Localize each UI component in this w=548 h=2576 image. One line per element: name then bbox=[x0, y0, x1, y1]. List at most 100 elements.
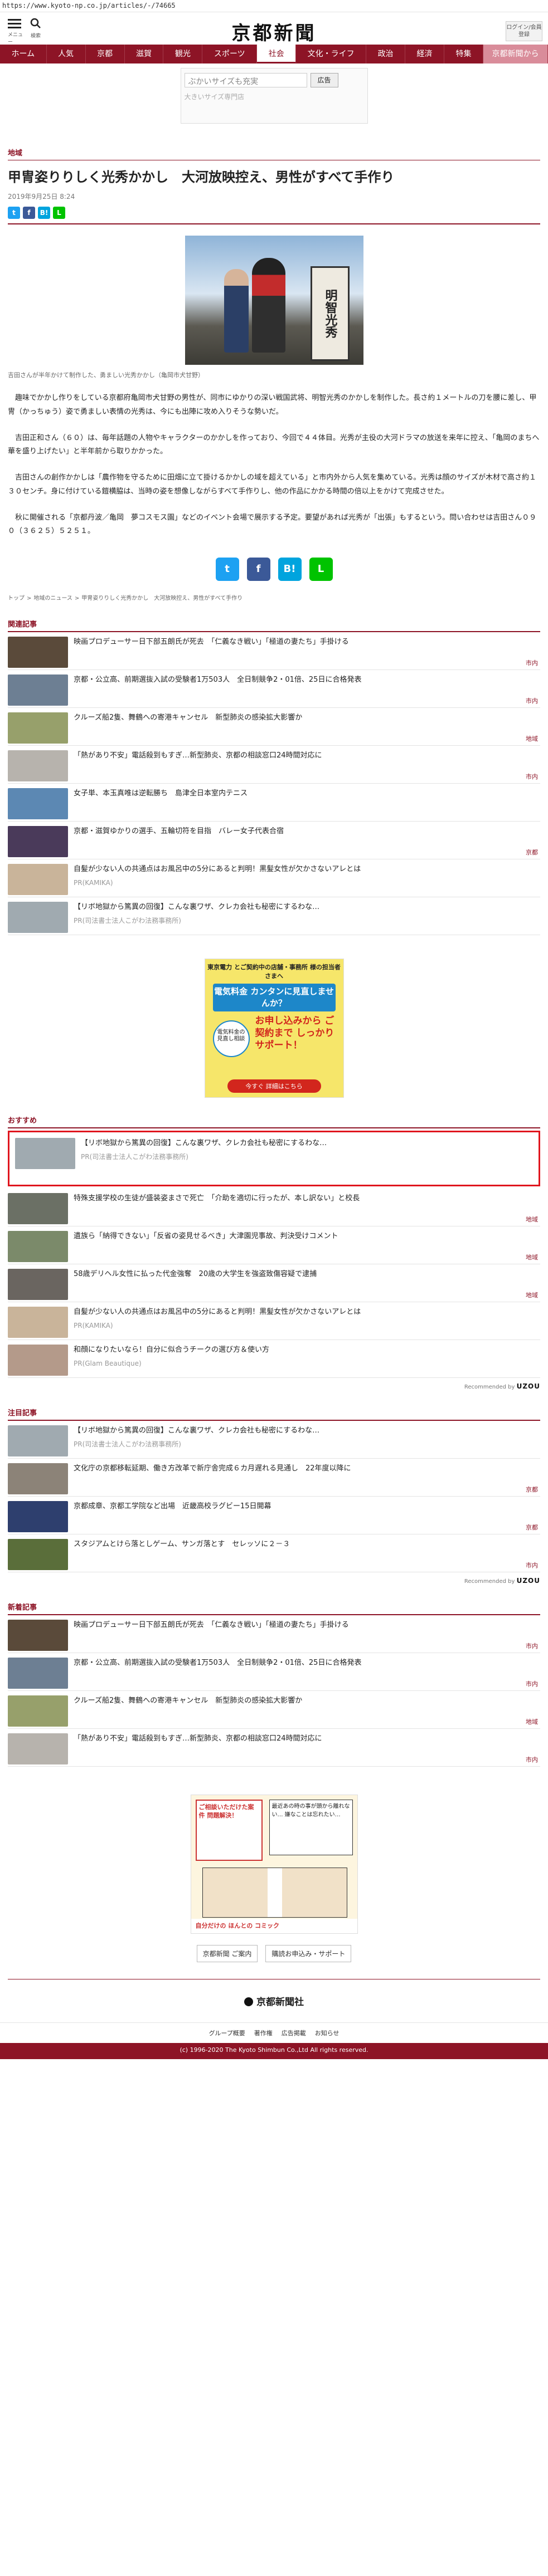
breadcrumb: トップ > 地域のニュース > 甲冑姿りりしく光秀かかし 大河放映控え、男性がすべて手作… bbox=[8, 593, 540, 602]
item-tag[interactable]: 地域 bbox=[526, 1253, 538, 1262]
item-pr: PR(KAMIKA) bbox=[74, 1322, 113, 1330]
list-item[interactable]: 映画プロデューサー日下部五朗氏が死去 「仁義なき戦い」「極道の妻たち」手掛ける市… bbox=[8, 1615, 540, 1653]
nav-item[interactable]: 人気 bbox=[47, 45, 86, 63]
uzou-logo[interactable]: UZOU bbox=[517, 1577, 540, 1585]
article-photo[interactable]: 明智光秀 bbox=[0, 236, 548, 365]
list-item[interactable]: 女子単、本玉真唯は逆転勝ち 島津全日本室内テニス bbox=[8, 784, 540, 822]
article-date: 2019年9月25日 8:24 bbox=[8, 193, 75, 201]
ad-comic-image bbox=[202, 1867, 347, 1918]
login-button[interactable]: ログイン/会員登録 bbox=[506, 21, 542, 41]
item-tag[interactable]: 京都 bbox=[526, 1485, 538, 1494]
item-tag[interactable]: 市内 bbox=[526, 1641, 538, 1650]
item-tag[interactable]: 市内 bbox=[526, 1561, 538, 1570]
list-item[interactable]: 「熱があり不安」電話殺到もすぎ…新型肺炎、京都の相談窓口24時間対応に 市内 bbox=[8, 1729, 540, 1767]
top-ad[interactable]: ぶかいサイズも充実 広告 大きいサイズ専門店 bbox=[0, 68, 548, 124]
item-title: クルーズ船2隻、舞鶴への寄港キャンセル 新型肺炎の感染拡大影響か bbox=[74, 713, 303, 722]
item-thumbnail bbox=[8, 1463, 68, 1494]
line-icon[interactable]: L bbox=[53, 207, 65, 219]
list-item[interactable]: 京都成章、京都工学院など出場 近畿高校ラグビー15日開幕京都 bbox=[8, 1497, 540, 1534]
list-item[interactable]: 京都・公立高、前期選抜入試の受験者1万503人 全日制競争2・01倍、25日に合… bbox=[8, 1653, 540, 1691]
item-tag[interactable]: 市内 bbox=[526, 658, 538, 667]
line-share-button[interactable]: L bbox=[309, 557, 333, 581]
footer-link[interactable]: お知らせ bbox=[315, 2030, 340, 2037]
item-text: 映画プロデューサー日下部五朗氏が死去 「仁義なき戦い」「極道の妻たち」手掛ける bbox=[68, 637, 540, 665]
list-item[interactable]: スタジアムとけら落としゲーム、サンガ落とす セレッソに２－３ 市内 bbox=[8, 1534, 540, 1572]
list-item[interactable]: クルーズ船2隻、舞鶴への寄港キャンセル 新型肺炎の感染拡大影響か 地域 bbox=[8, 1691, 540, 1729]
footer-button[interactable]: 購読お申込み・サポート bbox=[265, 1944, 352, 1962]
company-brand[interactable]: 京都新聞社 bbox=[0, 1994, 548, 2008]
list-item[interactable]: 文化庁の京都移転延期、働き方改革で新庁舎完成６カ月遅れる見通し 22年度以降に京… bbox=[8, 1459, 540, 1497]
footer-link[interactable]: 著作権 bbox=[254, 2030, 273, 2037]
breadcrumb-link[interactable]: 甲冑姿りりしく光秀かかし 大河放映控え、男性がすべて手作り bbox=[81, 595, 243, 602]
nav-item[interactable]: 京都新聞から bbox=[483, 45, 548, 63]
item-text: 映画プロデューサー日下部五朗氏が死去 「仁義なき戦い」「極道の妻たち」手掛ける bbox=[68, 1620, 540, 1648]
item-tag[interactable]: 市内 bbox=[526, 1679, 538, 1688]
facebook-share-button[interactable]: f bbox=[246, 557, 270, 581]
item-tag[interactable]: 市内 bbox=[526, 1755, 538, 1764]
item-tag[interactable]: 地域 bbox=[526, 1215, 538, 1224]
item-title: 58歳デリヘル女性に払った代金強奪 20歳の大学生を強盗致傷容疑で逮捕 bbox=[74, 1269, 317, 1278]
nav-item[interactable]: スポーツ bbox=[202, 45, 258, 63]
list-item[interactable]: 自髪が少ない人の共通点はお風呂中の5分にあると判明！黒髪女性が欠かさないアレとは… bbox=[8, 1302, 540, 1340]
bottom-ad[interactable]: ご相談いただけた案件 問題解決！ 最近あの時の事が頭から離れない… 嫌なことは忘… bbox=[0, 1794, 548, 1934]
footer-link[interactable]: 広告掲載 bbox=[282, 2030, 306, 2037]
item-tag[interactable]: 京都 bbox=[526, 848, 538, 857]
list-item[interactable]: 58歳デリヘル女性に払った代金強奪 20歳の大学生を強盗致傷容疑で逮捕地域 bbox=[8, 1264, 540, 1302]
item-title: 京都成章、京都工学院など出場 近畿高校ラグビー15日開幕 bbox=[74, 1502, 271, 1511]
nav-item[interactable]: 経済 bbox=[405, 45, 445, 63]
twitter-share-button[interactable]: t bbox=[215, 557, 239, 581]
twitter-icon[interactable]: t bbox=[8, 207, 20, 219]
list-item[interactable]: 特殊支援学校の生徒が盛装姿まさで死亡 「介助を適切に行ったが、本し訳ない」と校長… bbox=[8, 1189, 540, 1226]
highlighted-recommend-item[interactable]: 【リボ地獄から篤異の回復】こんな裏ワザ、クレカ会社も秘密にするわな… PR(司法… bbox=[8, 1130, 540, 1186]
list-item[interactable]: 【リボ地獄から篤異の回復】こんな裏ワザ、クレカ会社も秘密にするわな… PR(司法書… bbox=[8, 897, 540, 935]
nav-item[interactable]: 特集 bbox=[444, 45, 483, 63]
list-item[interactable]: 京都・滋賀ゆかりの選手、五輪切符を目指 バレー女子代表合宿京都 bbox=[8, 822, 540, 859]
item-thumbnail bbox=[8, 1619, 68, 1651]
list-item[interactable]: 【リボ地獄から篤異の回復】こんな裏ワザ、クレカ会社も秘密にするわな… PR(司法書… bbox=[8, 1421, 540, 1459]
list-item[interactable]: クルーズ船2隻、舞鶴への寄港キャンセル 新型肺炎の感染拡大影響か地域 bbox=[8, 708, 540, 746]
list-item[interactable]: 映画プロデューサー日下部五朗氏が死去 「仁義なき戦い」「極道の妻たち」手掛ける市… bbox=[8, 632, 540, 670]
item-tag[interactable]: 市内 bbox=[526, 772, 538, 781]
nav-item[interactable]: 政治 bbox=[366, 45, 406, 63]
item-tag[interactable]: 京都 bbox=[526, 1523, 538, 1532]
article-title: 甲冑姿りりしく光秀かかし 大河放映控え、男性がすべて手作り bbox=[8, 169, 395, 185]
hatena-icon[interactable]: B! bbox=[38, 207, 50, 219]
article-category[interactable]: 地域 bbox=[8, 147, 540, 160]
item-tag[interactable]: 市内 bbox=[526, 696, 538, 705]
nav-item[interactable]: 社会 bbox=[257, 45, 297, 63]
address-bar[interactable]: https://www.kyoto-np.co.jp/articles/-/74… bbox=[0, 0, 548, 12]
footer-link[interactable]: グループ概要 bbox=[208, 2030, 245, 2037]
item-title: 【リボ地獄から篤異の回復】こんな裏ワザ、クレカ会社も秘密にするわな… bbox=[74, 902, 320, 911]
list-item[interactable]: 京都・公立高、前期選抜入試の受験者1万503人 全日制競争2・01倍、25日に合… bbox=[8, 670, 540, 708]
nav-item[interactable]: 観光 bbox=[163, 45, 203, 63]
breadcrumb-link[interactable]: トップ bbox=[8, 595, 25, 602]
ad-button[interactable]: 広告 bbox=[310, 73, 338, 87]
list-item[interactable]: 自髪が少ない人の共通点はお風呂中の5分にあると判明！黒髪女性が欠かさないアレとは… bbox=[8, 859, 540, 897]
item-thumbnail bbox=[8, 1500, 68, 1532]
ad-search-input[interactable]: ぶかいサイズも充実 bbox=[184, 73, 307, 87]
breadcrumb-separator: > bbox=[27, 595, 32, 602]
breadcrumb-link[interactable]: 地域のニュース bbox=[33, 595, 72, 602]
site-logo[interactable]: 京都新聞 bbox=[0, 18, 548, 45]
list-item[interactable]: 和顔になりたいなら！自分に似合うチークの選び方＆使い方 PR(Glam Beaut… bbox=[8, 1340, 540, 1378]
item-tag[interactable]: 地域 bbox=[526, 1291, 538, 1299]
item-tag[interactable]: 地域 bbox=[526, 1717, 538, 1726]
nav-item[interactable]: ホーム bbox=[0, 45, 47, 63]
footer-button[interactable]: 京都新聞 ご案内 bbox=[196, 1944, 258, 1962]
nav-item[interactable]: 滋賀 bbox=[125, 45, 164, 63]
uzou-logo[interactable]: UZOU bbox=[517, 1382, 540, 1390]
item-title: 京都・滋賀ゆかりの選手、五輪切符を目指 バレー女子代表合宿 bbox=[74, 827, 284, 835]
item-thumbnail bbox=[8, 863, 68, 895]
item-text: クルーズ船2隻、舞鶴への寄港キャンセル 新型肺炎の感染拡大影響か bbox=[68, 1695, 540, 1724]
nav-item[interactable]: 文化・ライフ bbox=[296, 45, 367, 63]
facebook-icon[interactable]: f bbox=[23, 207, 35, 219]
mid-ad[interactable]: 東京電力 とご契約中の店舗・事務所 様の担当者さまへ 電気料金 カンタンに見直し… bbox=[0, 958, 548, 1098]
photo-scarecrow bbox=[251, 258, 285, 353]
item-thumbnail bbox=[8, 750, 68, 781]
list-item[interactable]: 遺族ら「納得できない」「反省の姿見せるべき」大津園児事故、判決受けコメント 地域 bbox=[8, 1226, 540, 1264]
item-tag[interactable]: 地域 bbox=[526, 734, 538, 743]
list-item[interactable]: 「熱があり不安」電話殺到もすぎ…新型肺炎、京都の相談窓口24時間対応に 市内 bbox=[8, 746, 540, 784]
hatena-share-button[interactable]: B! bbox=[278, 557, 302, 581]
nav-item[interactable]: 京都 bbox=[86, 45, 125, 63]
ad-cta-button[interactable]: 今すぐ 詳細はこちら bbox=[227, 1079, 321, 1093]
